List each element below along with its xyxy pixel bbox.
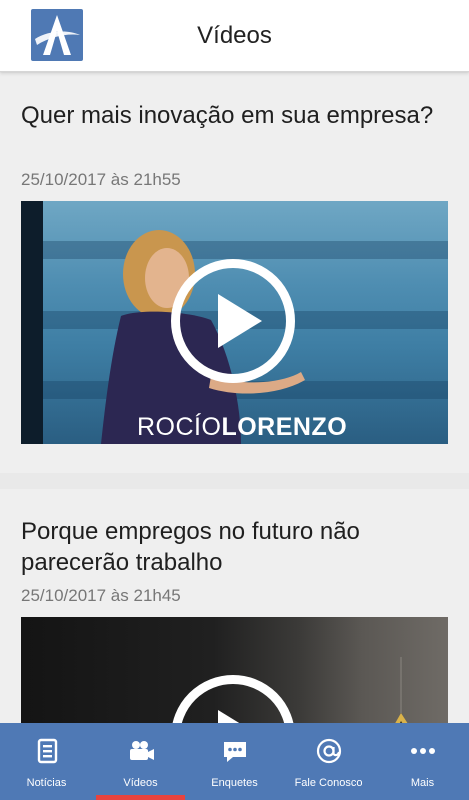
speaker-name-overlay: ROCÍOLORENZO [137,413,347,442]
bottom-tab-bar: Notícias Vídeos Enquetes Fale Conosco Ma… [0,723,469,800]
tab-videos[interactable]: Vídeos [94,723,187,800]
video-date: 25/10/2017 às 21h55 [21,170,181,189]
play-icon [218,294,262,348]
tab-label: Fale Conosco [294,777,363,789]
video-feed[interactable]: Quer mais inovação em sua empresa? 25/10… [0,73,469,723]
app-header: Vídeos [0,0,469,72]
tab-label: Vídeos [123,777,158,789]
video-card[interactable]: Porque empregos no futuro não parecerão … [0,489,469,723]
tab-noticias[interactable]: Notícias [0,723,93,800]
tab-label: Notícias [26,777,67,789]
play-button[interactable] [171,259,295,383]
tab-fale-conosco[interactable]: Fale Conosco [282,723,375,800]
chat-bubble-icon [224,742,246,762]
play-icon [218,710,262,723]
page-title: Vídeos [197,22,272,49]
video-thumbnail[interactable]: ROCÍOLORENZO [21,201,448,444]
thumbnail-edge [21,201,43,444]
newspaper-icon [37,738,58,764]
tab-label: Enquetes [211,777,258,789]
overlay-first-name: ROCÍO [137,413,222,441]
video-title[interactable]: Porque empregos no futuro não parecerão … [21,516,441,578]
lamp-graphic [395,657,408,723]
at-sign-icon [316,738,342,764]
video-camera-icon [130,741,154,760]
more-dots-icon [411,748,435,754]
video-title[interactable]: Quer mais inovação em sua empresa? [21,100,441,131]
tab-mais[interactable]: Mais [376,723,469,800]
tab-label: Mais [410,777,435,789]
overlay-last-name: LORENZO [221,413,348,441]
video-date: 25/10/2017 às 21h45 [21,586,181,605]
active-tab-indicator [96,795,185,800]
tab-enquetes[interactable]: Enquetes [188,723,281,800]
video-card[interactable]: Quer mais inovação em sua empresa? 25/10… [0,73,469,473]
video-thumbnail[interactable] [21,617,448,723]
